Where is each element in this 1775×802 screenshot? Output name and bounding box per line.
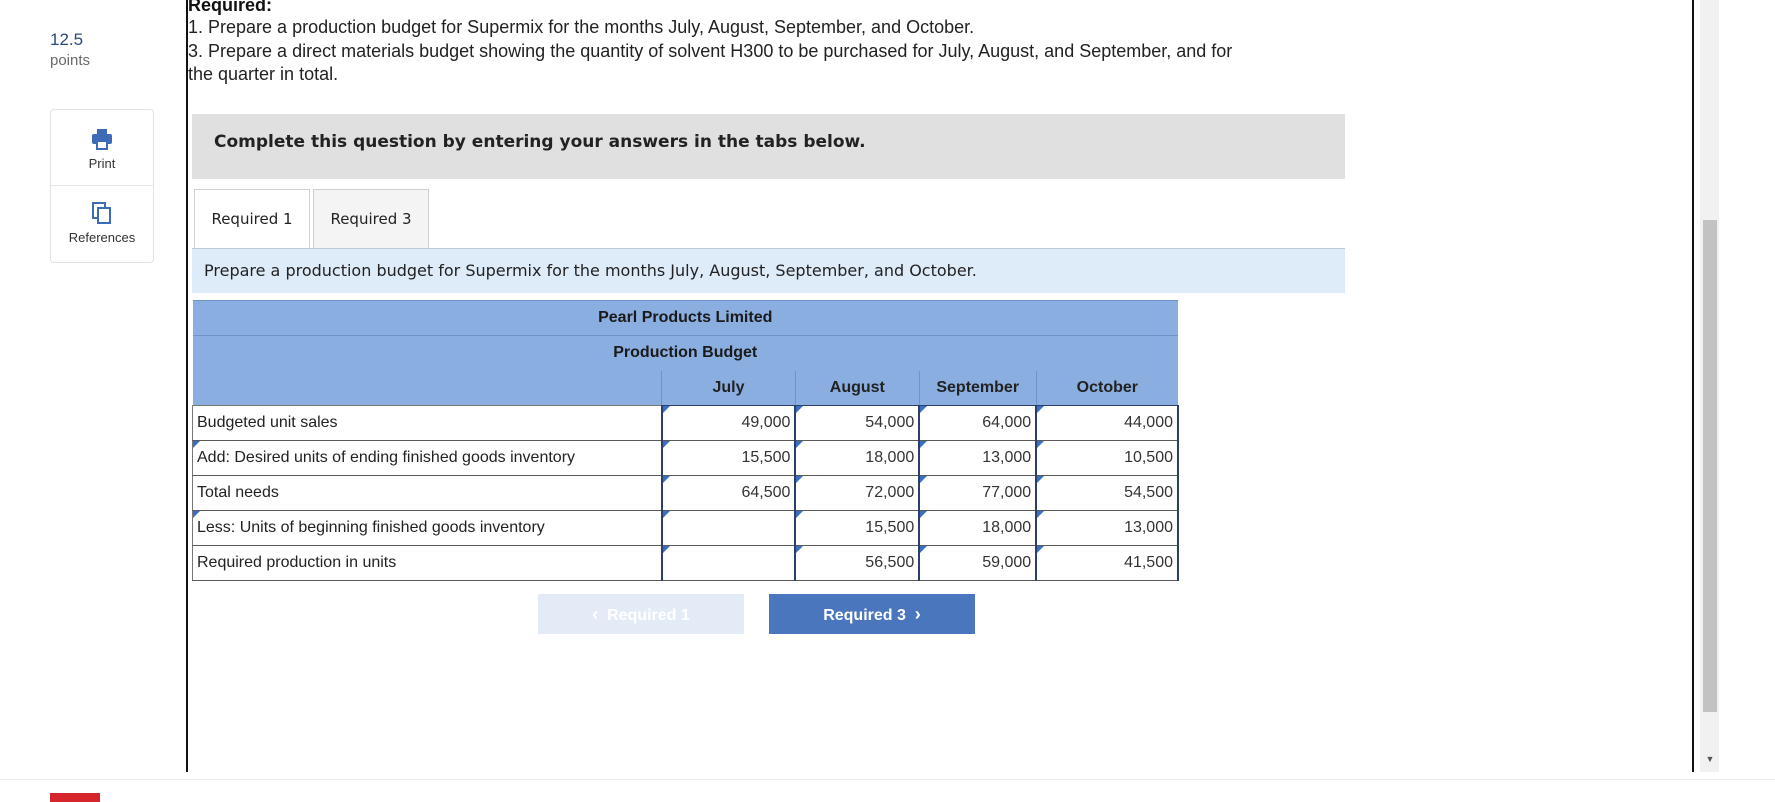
row-label: Total needs — [191, 475, 663, 511]
table-row: Budgeted unit sales 49,000 54,000 64,000… — [191, 405, 1179, 441]
input-cell[interactable]: 44,000 — [1035, 405, 1179, 441]
input-cell[interactable]: 13,000 — [1035, 510, 1179, 546]
input-cell[interactable]: 18,000 — [918, 510, 1038, 546]
prev-tab-label: Required 1 — [607, 607, 690, 624]
input-cell[interactable]: 64,000 — [918, 405, 1038, 441]
company-name: Pearl Products Limited — [192, 300, 1178, 336]
input-cell[interactable]: 77,000 — [918, 475, 1038, 511]
tab-required-1[interactable]: Required 1 — [194, 189, 310, 249]
references-button[interactable]: References — [51, 200, 153, 245]
table-row: Add: Desired units of ending finished go… — [191, 440, 1179, 476]
next-tab-label: Required 3 — [823, 607, 906, 624]
production-budget-table: Pearl Products Limited Production Budget… — [191, 300, 1179, 581]
input-cell[interactable]: 59,000 — [918, 545, 1038, 581]
prev-tab-button[interactable]: ‹ Required 1 — [538, 594, 744, 634]
input-cell[interactable]: 18,000 — [794, 440, 921, 476]
instruction-banner: Complete this question by entering your … — [192, 114, 1345, 179]
print-button[interactable]: Print — [51, 126, 153, 171]
row-label: Less: Units of beginning finished goods … — [191, 510, 663, 546]
content-border-left — [186, 0, 188, 772]
header-blank — [192, 370, 662, 406]
row-label: Required production in units — [191, 545, 663, 581]
references-label: References — [68, 230, 136, 245]
instruction-line: the quarter in total. — [188, 64, 339, 84]
prompt-text: Prepare a production budget for Supermix… — [204, 261, 977, 280]
input-cell[interactable]: 54,000 — [794, 405, 921, 441]
input-cell[interactable]: 54,500 — [1035, 475, 1179, 511]
table-row: Total needs 64,500 72,000 77,000 54,500 — [191, 475, 1179, 511]
input-cell[interactable]: 41,500 — [1035, 545, 1179, 581]
input-cell[interactable] — [660, 510, 797, 546]
column-header: August — [794, 370, 920, 406]
instruction-line: 3. Prepare a direct materials budget sho… — [188, 41, 1233, 61]
points-label: points — [50, 52, 91, 69]
instruction-line: 1. Prepare a production budget for Super… — [188, 17, 975, 37]
divider — [51, 185, 153, 186]
points-value: 12.5 — [50, 30, 84, 49]
input-cell[interactable]: 15,500 — [660, 440, 797, 476]
print-label: Print — [88, 156, 116, 171]
next-tab-button[interactable]: Required 3 › — [769, 594, 975, 634]
tab-required-3[interactable]: Required 3 — [313, 189, 429, 248]
chevron-right-icon: › — [914, 604, 921, 624]
column-header: September — [918, 370, 1037, 406]
input-cell[interactable]: 13,000 — [918, 440, 1038, 476]
column-header: October — [1035, 370, 1178, 406]
table-row: Required production in units 56,500 59,0… — [191, 545, 1179, 581]
row-label: Budgeted unit sales — [191, 405, 663, 441]
input-cell[interactable]: 49,000 — [660, 405, 797, 441]
row-label: Add: Desired units of ending finished go… — [191, 440, 663, 476]
table-title: Production Budget — [192, 335, 1178, 371]
input-cell[interactable]: 56,500 — [794, 545, 921, 581]
input-cell[interactable] — [660, 545, 797, 581]
input-cell[interactable]: 64,500 — [660, 475, 797, 511]
input-cell[interactable]: 10,500 — [1035, 440, 1179, 476]
content-border-right — [1692, 0, 1694, 772]
references-icon — [92, 202, 111, 224]
table-row: Less: Units of beginning finished goods … — [191, 510, 1179, 546]
prompt-bar: Prepare a production budget for Supermix… — [192, 249, 1345, 293]
print-icon — [92, 129, 112, 150]
side-tools: Print References — [50, 109, 154, 263]
scroll-down-icon[interactable]: ▼ — [1703, 752, 1717, 766]
footer-divider — [0, 779, 1775, 780]
brand-logo — [50, 793, 100, 802]
input-cell[interactable]: 15,500 — [794, 510, 921, 546]
scrollbar-thumb[interactable] — [1703, 220, 1717, 712]
input-cell[interactable]: 72,000 — [794, 475, 921, 511]
chevron-left-icon: ‹ — [592, 604, 599, 624]
banner-text: Complete this question by entering your … — [214, 132, 866, 152]
required-heading: Required: — [188, 0, 273, 15]
column-header: July — [661, 370, 796, 406]
